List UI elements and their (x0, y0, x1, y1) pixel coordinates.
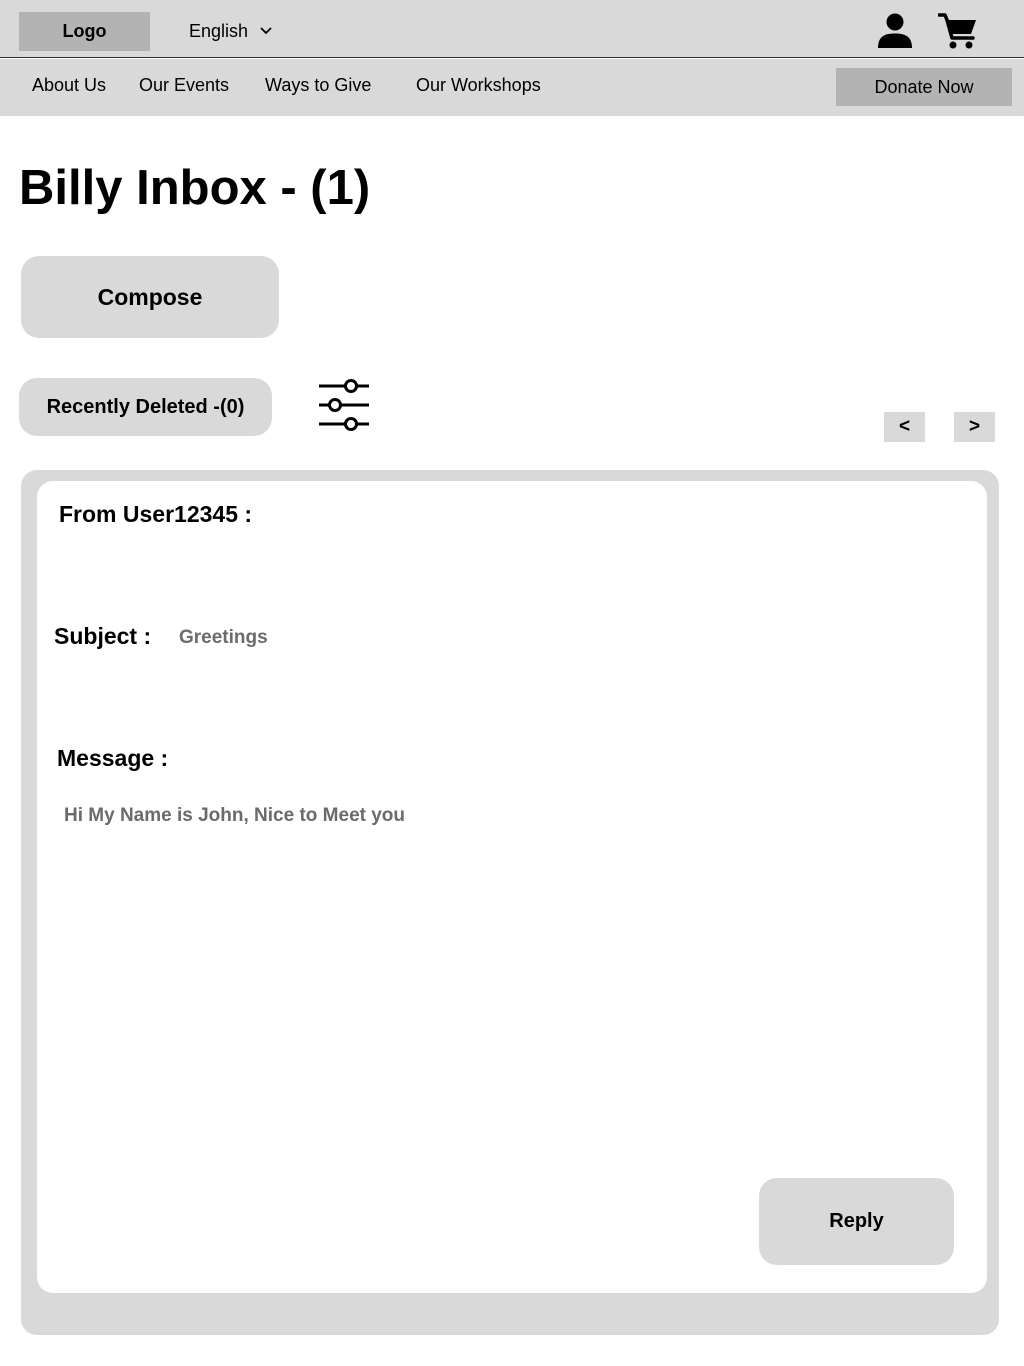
account-icon[interactable] (876, 12, 914, 50)
nav-item-our-workshops[interactable]: Our Workshops (416, 75, 541, 96)
shopping-cart-icon[interactable] (938, 12, 978, 50)
nav-item-our-events[interactable]: Our Events (139, 75, 229, 96)
previous-page-button[interactable]: < (884, 412, 925, 442)
donate-now-button[interactable]: Donate Now (836, 68, 1012, 106)
chevron-down-icon (260, 27, 272, 34)
filter-sliders-icon[interactable] (318, 378, 370, 432)
message-body: Hi My Name is John, Nice to Meet you (64, 805, 406, 826)
top-bar: Logo English (0, 0, 1024, 58)
message-panel (37, 481, 987, 1293)
language-label: English (189, 20, 249, 41)
subject-label: Subject : (54, 623, 152, 649)
message-sender: From User12345 : (59, 501, 253, 527)
page-title: Billy Inbox - (1) (19, 161, 371, 215)
compose-button[interactable]: Compose (21, 256, 279, 338)
logo[interactable]: Logo (19, 12, 150, 51)
recently-deleted-button[interactable]: Recently Deleted -(0) (19, 378, 272, 436)
page: Logo English About Us Our Events Ways to… (0, 0, 1024, 1366)
message-label: Message : (57, 745, 169, 771)
language-selector[interactable]: English (189, 16, 272, 46)
next-page-button[interactable]: > (954, 412, 995, 442)
subject-value: Greetings (179, 627, 268, 648)
nav-item-about-us[interactable]: About Us (32, 75, 106, 96)
main-nav: About Us Our Events Ways to Give Our Wor… (0, 59, 1024, 116)
reply-button[interactable]: Reply (759, 1178, 954, 1265)
nav-item-ways-to-give[interactable]: Ways to Give (265, 75, 371, 96)
